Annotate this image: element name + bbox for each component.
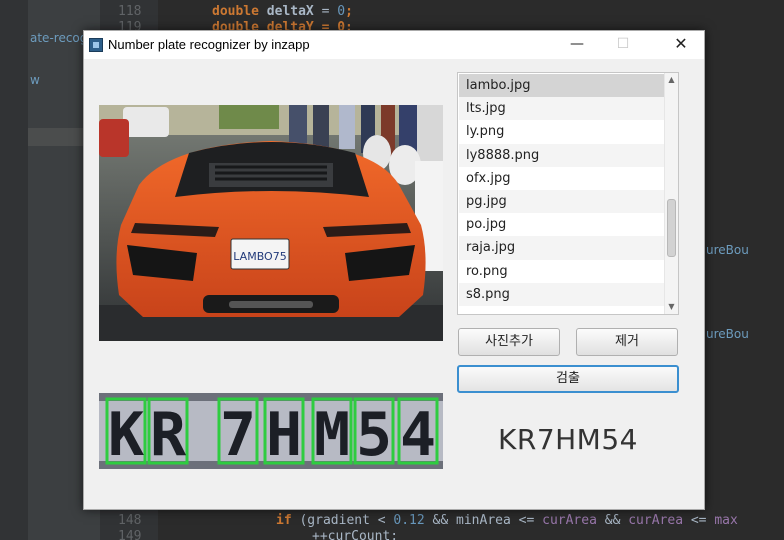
- ide-code-op: =: [321, 4, 330, 19]
- file-list-item[interactable]: pg.jpg: [459, 189, 664, 214]
- ide-code-line: ++curCount;: [312, 529, 399, 540]
- scroll-thumb[interactable]: [667, 199, 676, 257]
- ide-line-number: 118: [118, 4, 142, 19]
- file-list-item[interactable]: s8.png: [459, 282, 664, 306]
- detect-button[interactable]: 검출: [457, 365, 679, 393]
- file-list-item[interactable]: ofx.jpg: [459, 166, 664, 190]
- ide-code-keyword: if: [276, 513, 292, 528]
- ide-project-item: w: [30, 73, 40, 87]
- plate-char: K: [108, 400, 144, 469]
- ide-line-number: 148: [118, 513, 142, 528]
- file-list-item[interactable]: ly.png: [459, 120, 664, 144]
- minimize-button[interactable]: —: [554, 31, 600, 59]
- remove-button[interactable]: 제거: [576, 328, 678, 356]
- screen: ate-recog w 118 double deltaX = 0; 119 d…: [0, 0, 784, 540]
- ide-code-field: curArea: [628, 513, 684, 528]
- close-button[interactable]: ✕: [658, 31, 704, 59]
- car-photo: LAMBO75: [99, 105, 443, 341]
- ide-code-var: deltaX: [266, 4, 314, 19]
- plate-char: 5: [356, 400, 392, 469]
- title-bar[interactable]: Number plate recognizer by inzapp — ☐ ✕: [84, 31, 704, 59]
- ide-code-expr: &&: [604, 513, 621, 528]
- file-list-item[interactable]: ly8888.png: [459, 143, 664, 167]
- plate-char: 7: [220, 400, 256, 469]
- ide-code-semicolon: ;: [345, 4, 353, 19]
- ide-code-keyword: double: [212, 4, 259, 19]
- file-list-item[interactable]: lts.jpg: [459, 97, 664, 121]
- plate-char: 4: [400, 400, 436, 469]
- ide-code-num: 0.12: [393, 513, 425, 528]
- file-list-item[interactable]: raja.jpg: [459, 236, 664, 260]
- ide-code-fragment: ureBou: [706, 327, 749, 341]
- plate-char: R: [150, 400, 187, 469]
- ide-code-field: curArea: [542, 513, 597, 528]
- ide-code-field: max: [714, 513, 738, 528]
- maximize-button[interactable]: ☐: [600, 31, 646, 59]
- file-list[interactable]: lambo.jpg lts.jpg ly.png ly8888.png ofx.jpg p…: [457, 72, 679, 315]
- file-list-item[interactable]: ro.png: [459, 259, 664, 283]
- app-window: Number plate recognizer by inzapp — ☐ ✕: [83, 30, 705, 510]
- scroll-down-icon[interactable]: ▼: [665, 301, 678, 313]
- ide-code-line: if (gradient < 0.12 && minArea <= curAre…: [276, 513, 738, 529]
- ide-code-num: 0: [337, 4, 346, 19]
- add-photo-button[interactable]: 사진추가: [458, 328, 560, 356]
- file-list-item[interactable]: lambo.jpg: [459, 74, 664, 98]
- window-title: Number plate recognizer by inzapp: [108, 37, 310, 52]
- file-list-item[interactable]: po.jpg: [459, 213, 664, 237]
- plate-char: H: [266, 400, 302, 469]
- ide-line-number: 149: [118, 529, 142, 540]
- ide-code-fragment: ureBou: [706, 243, 749, 257]
- ide-code-expr: (gradient <: [299, 513, 386, 528]
- ide-project-item: ate-recog: [30, 31, 88, 45]
- file-list-items[interactable]: lambo.jpg lts.jpg ly.png ly8888.png ofx.jpg p…: [459, 74, 664, 306]
- plate-char: M: [314, 400, 350, 469]
- car-plate-text: LAMBO75: [233, 250, 286, 263]
- scroll-up-icon[interactable]: ▲: [665, 74, 678, 86]
- app-icon: [89, 38, 103, 52]
- recognized-plate-text: KR7HM54: [498, 423, 638, 456]
- ide-code-expr: <=: [690, 513, 707, 528]
- car-photo-drawing: LAMBO75: [99, 105, 443, 341]
- plate-crop-image: KR7HM54: [99, 393, 443, 469]
- ide-code-expr: && minArea <=: [432, 513, 535, 528]
- ide-tool-strip: [0, 0, 28, 540]
- plate-crop-drawing: KR7HM54: [99, 393, 443, 469]
- ide-code-line: double deltaX = 0;: [212, 4, 353, 20]
- file-list-scrollbar[interactable]: ▲ ▼: [664, 73, 678, 314]
